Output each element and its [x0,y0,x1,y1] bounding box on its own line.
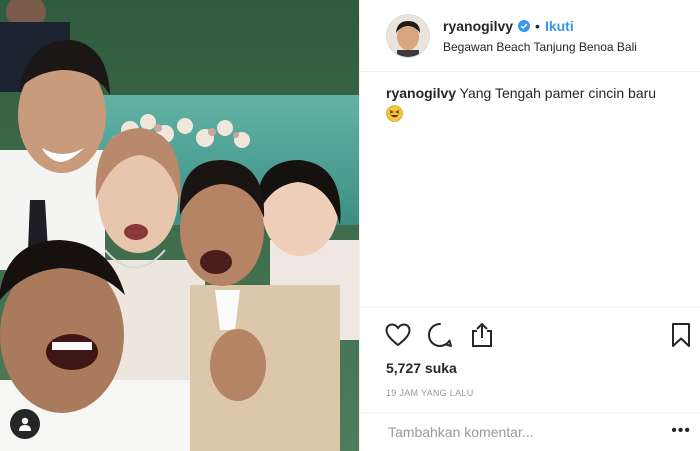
share-button[interactable] [468,321,496,349]
location-link[interactable]: Begawan Beach Tanjung Benoa Bali [443,40,637,54]
caption-text: Yang Tengah pamer cincin baru [459,85,657,101]
selfie-image [0,0,359,451]
avatar[interactable] [386,13,430,58]
share-icon [472,322,492,347]
separator-dot: • [535,17,540,34]
caption-area: ryanogilvy Yang Tengah pamer cincin baru [360,72,700,307]
profile-photo [387,14,429,57]
caption: ryanogilvy Yang Tengah pamer cincin baru [386,84,674,103]
more-options-button[interactable]: ••• [671,423,691,439]
person-tag-icon [19,417,31,431]
comment-input[interactable] [386,423,650,441]
comment-icon [428,322,452,347]
follow-button[interactable]: Ikuti [545,18,574,34]
like-button[interactable] [384,321,412,349]
post-photo[interactable] [0,0,359,451]
grinning-squinting-face-emoji-icon [386,105,403,127]
post-header: ryanogilvy • Ikuti Begawan Beach Tanjung… [360,0,700,72]
post-actions: 5,727 suka 19 JAM YANG LALU [360,307,700,398]
save-button[interactable] [667,321,695,349]
username-link[interactable]: ryanogilvy [443,18,513,34]
verified-badge-icon [518,19,531,32]
tag-people-button[interactable] [10,409,40,439]
comment-button[interactable] [426,321,454,349]
bookmark-icon [672,323,690,347]
likes-count[interactable]: 5,727 suka [360,360,700,376]
post-timestamp[interactable]: 19 JAM YANG LALU [360,388,700,398]
add-comment-bar: ••• [360,412,700,451]
heart-icon [385,323,411,347]
caption-username-link[interactable]: ryanogilvy [386,85,456,101]
post-side-panel: ryanogilvy • Ikuti Begawan Beach Tanjung… [359,0,700,451]
